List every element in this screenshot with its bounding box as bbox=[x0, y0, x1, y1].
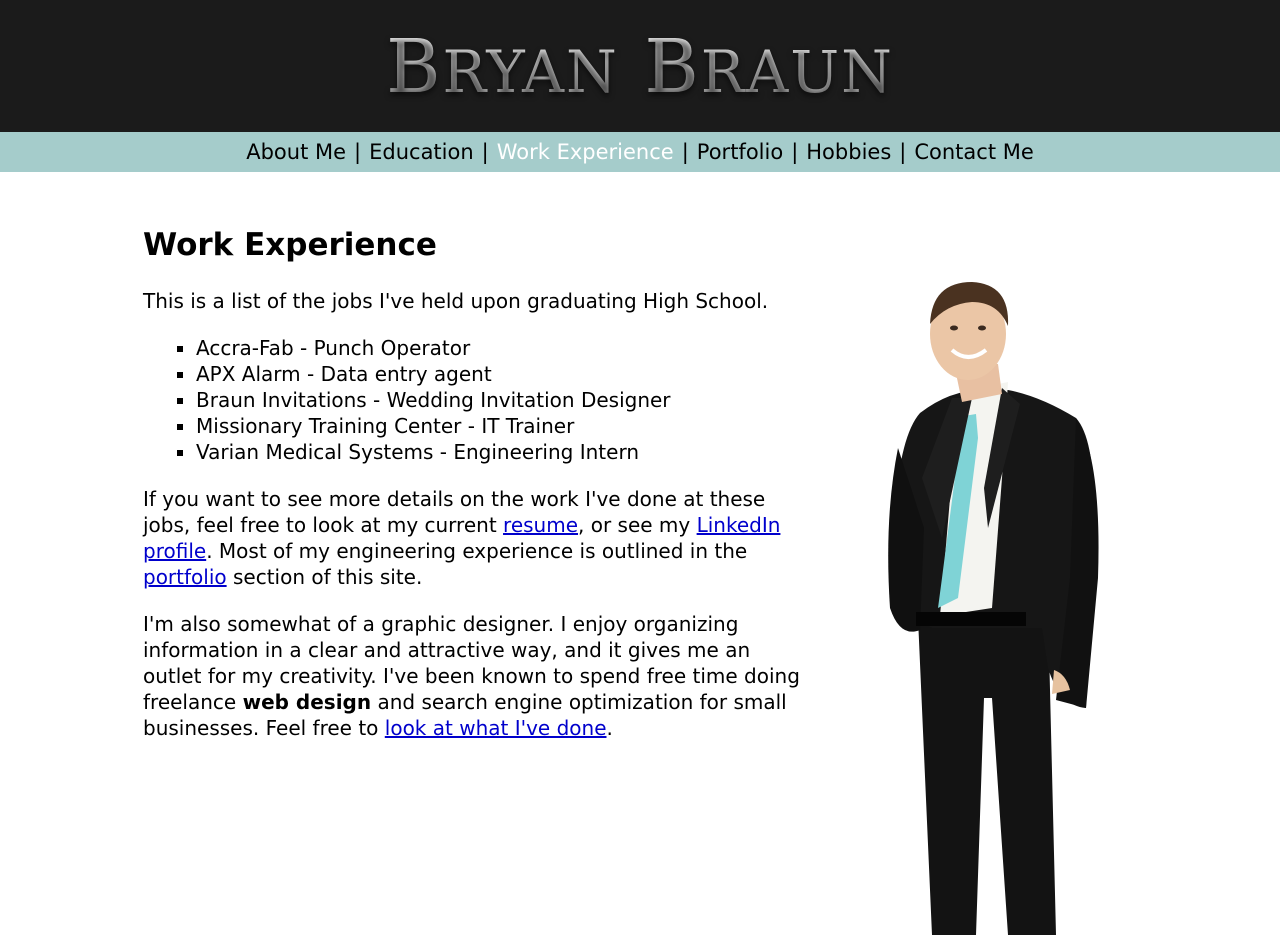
photo-eye-right bbox=[978, 325, 986, 331]
list-item: Accra-Fab - Punch Operator bbox=[196, 335, 813, 361]
photo-eye-left bbox=[950, 325, 958, 331]
nav-item-contact-me[interactable]: Contact Me bbox=[914, 140, 1033, 164]
list-item: Varian Medical Systems - Engineering Int… bbox=[196, 439, 813, 465]
page-title: Work Experience bbox=[143, 227, 437, 263]
list-item: Braun Invitations - Wedding Invitation D… bbox=[196, 387, 813, 413]
details-paragraph: If you want to see more details on the w… bbox=[143, 486, 813, 590]
design-paragraph: I'm also somewhat of a graphic designer.… bbox=[143, 611, 813, 741]
web-design-emphasis: web design bbox=[242, 690, 372, 714]
design-text: . bbox=[606, 716, 613, 740]
nav-separator: | bbox=[899, 140, 907, 164]
details-text: , or see my bbox=[578, 513, 697, 537]
details-text: section of this site. bbox=[226, 565, 423, 589]
logo-first-initial: B bbox=[386, 24, 443, 110]
nav-separator: | bbox=[681, 140, 689, 164]
resume-link[interactable]: resume bbox=[503, 513, 578, 537]
nav-separator: | bbox=[481, 140, 489, 164]
list-item: APX Alarm - Data entry agent bbox=[196, 361, 813, 387]
portfolio-link[interactable]: portfolio bbox=[143, 565, 227, 589]
site-logo[interactable]: BRYAN BRAUN bbox=[0, 22, 1280, 117]
look-at-what-ive-done-link[interactable]: look at what I've done bbox=[385, 716, 607, 740]
logo-last-initial: B bbox=[644, 24, 701, 110]
profile-photo bbox=[888, 282, 1099, 935]
photo-trousers bbox=[918, 608, 1056, 935]
jobs-list: Accra-Fab - Punch Operator APX Alarm - D… bbox=[143, 335, 813, 465]
intro-paragraph: This is a list of the jobs I've held upo… bbox=[143, 289, 769, 313]
details-text: . Most of my engineering experience is o… bbox=[206, 539, 748, 563]
nav-item-work-experience[interactable]: Work Experience bbox=[497, 140, 674, 164]
logo-first-rest: RYAN bbox=[442, 38, 619, 106]
photo-belt bbox=[916, 612, 1026, 626]
nav-separator: | bbox=[354, 140, 362, 164]
list-item: Missionary Training Center - IT Trainer bbox=[196, 413, 813, 439]
nav-item-hobbies[interactable]: Hobbies bbox=[806, 140, 891, 164]
nav-item-education[interactable]: Education bbox=[369, 140, 474, 164]
main-content: Work Experience This is a list of the jo… bbox=[143, 224, 813, 762]
nav-item-about-me[interactable]: About Me bbox=[246, 140, 346, 164]
nav-separator: | bbox=[791, 140, 799, 164]
site-header: BRYAN BRAUN bbox=[0, 0, 1280, 132]
main-nav: About Me | Education | Work Experience | Portf… bbox=[0, 132, 1280, 172]
nav-item-portfolio[interactable]: Portfolio bbox=[697, 140, 783, 164]
logo-last-rest: RAUN bbox=[700, 38, 894, 106]
